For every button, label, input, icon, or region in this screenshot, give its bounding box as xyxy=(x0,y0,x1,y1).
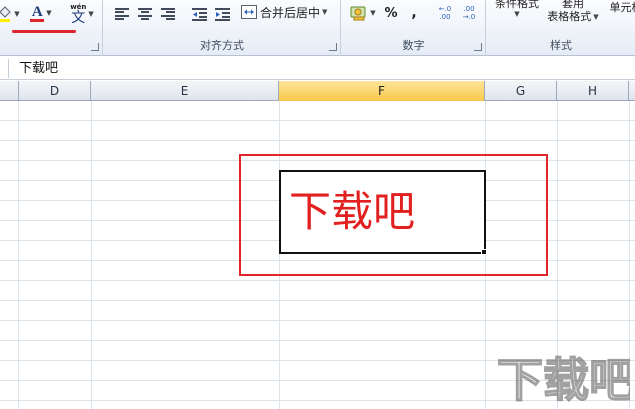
merge-center-button[interactable]: 合并后居中 ▼ xyxy=(241,2,339,22)
phonetic-guide-button[interactable]: wén 文 ▼ xyxy=(66,2,98,26)
align-left-icon xyxy=(115,8,129,20)
number-dialog-launcher[interactable] xyxy=(474,43,482,51)
merge-cells-icon xyxy=(241,5,257,19)
chevron-down-icon: ▼ xyxy=(322,8,328,16)
increase-decimal-icon: ←.0 .00 xyxy=(438,5,452,21)
decrease-indent-icon xyxy=(191,7,207,21)
formula-bar: 下载吧 xyxy=(0,57,635,80)
chevron-down-icon: ▼ xyxy=(370,9,376,17)
conditional-formatting-button[interactable]: 条件格式 ▼ xyxy=(489,0,545,21)
ribbon: ▼ A ▼ wén 文 ▼ 合并后居中 ▼ 对齐方式 ▼ % , ←.0 .00… xyxy=(0,0,635,56)
chevron-down-icon: ▼ xyxy=(514,9,520,18)
annotation-highlight-box xyxy=(239,154,548,276)
column-header-h[interactable]: H xyxy=(557,81,629,101)
align-center-button[interactable] xyxy=(135,4,155,24)
decrease-indent-button[interactable] xyxy=(189,4,209,24)
fill-bucket-icon xyxy=(0,6,12,22)
column-header-g[interactable]: G xyxy=(485,81,557,101)
align-center-icon xyxy=(138,8,152,20)
phonetic-icon: 文 xyxy=(71,10,86,26)
decrease-decimal-button[interactable]: .00 →.0 xyxy=(458,3,480,23)
font-color-icon: A xyxy=(31,3,43,20)
watermark-text: 下载吧 xyxy=(497,353,630,404)
watermark-logo: 下载吧 xyxy=(496,352,630,404)
column-header-e[interactable]: E xyxy=(91,81,279,101)
alignment-group-label: 对齐方式 xyxy=(200,39,244,52)
grid-line xyxy=(18,101,19,409)
comma-style-button[interactable]: , xyxy=(406,3,422,23)
formula-input[interactable]: 下载吧 xyxy=(8,59,635,78)
font-color-swatch xyxy=(30,18,45,22)
chevron-down-icon: ▼ xyxy=(88,10,94,18)
annotation-underline xyxy=(12,30,76,33)
number-group-label: 数字 xyxy=(402,39,425,52)
font-color-button[interactable]: A ▼ xyxy=(26,3,56,23)
accounting-format-button[interactable]: ▼ xyxy=(348,3,378,23)
column-header-f[interactable]: F xyxy=(279,81,485,101)
increase-decimal-button[interactable]: ←.0 .00 xyxy=(434,3,456,23)
currency-icon xyxy=(350,6,366,21)
chevron-down-icon: ▼ xyxy=(14,10,20,18)
percent-icon: % xyxy=(384,5,398,21)
alignment-group: 合并后居中 ▼ 对齐方式 xyxy=(104,0,341,56)
font-dialog-launcher[interactable] xyxy=(91,43,99,51)
column-header-d[interactable]: D xyxy=(18,81,91,101)
format-as-table-button[interactable]: 套用 表格格式 ▼ xyxy=(541,0,605,27)
font-group: ▼ A ▼ wén 文 ▼ xyxy=(0,0,103,56)
fill-color-button[interactable]: ▼ xyxy=(0,4,20,24)
styles-group: 条件格式 ▼ 套用 表格格式 ▼ 单元格 样式 xyxy=(487,0,635,56)
number-group: ▼ % , ←.0 .00 .00 →.0 数字 xyxy=(342,0,486,56)
align-right-button[interactable] xyxy=(158,4,178,24)
increase-indent-button[interactable] xyxy=(212,4,232,24)
styles-group-label: 样式 xyxy=(550,39,572,52)
decrease-decimal-icon: .00 →.0 xyxy=(462,5,476,21)
grid-line xyxy=(91,101,92,409)
cell-styles-button[interactable]: 单元格 xyxy=(601,0,635,21)
align-left-button[interactable] xyxy=(112,4,132,24)
column-headers: D E F G H xyxy=(0,81,635,101)
increase-indent-icon xyxy=(214,7,230,21)
chevron-down-icon: ▼ xyxy=(593,12,599,21)
chevron-down-icon: ▼ xyxy=(46,9,52,17)
comma-icon: , xyxy=(411,5,417,21)
percent-style-button[interactable]: % xyxy=(382,3,400,23)
alignment-dialog-launcher[interactable] xyxy=(329,43,337,51)
align-right-icon xyxy=(161,8,175,20)
